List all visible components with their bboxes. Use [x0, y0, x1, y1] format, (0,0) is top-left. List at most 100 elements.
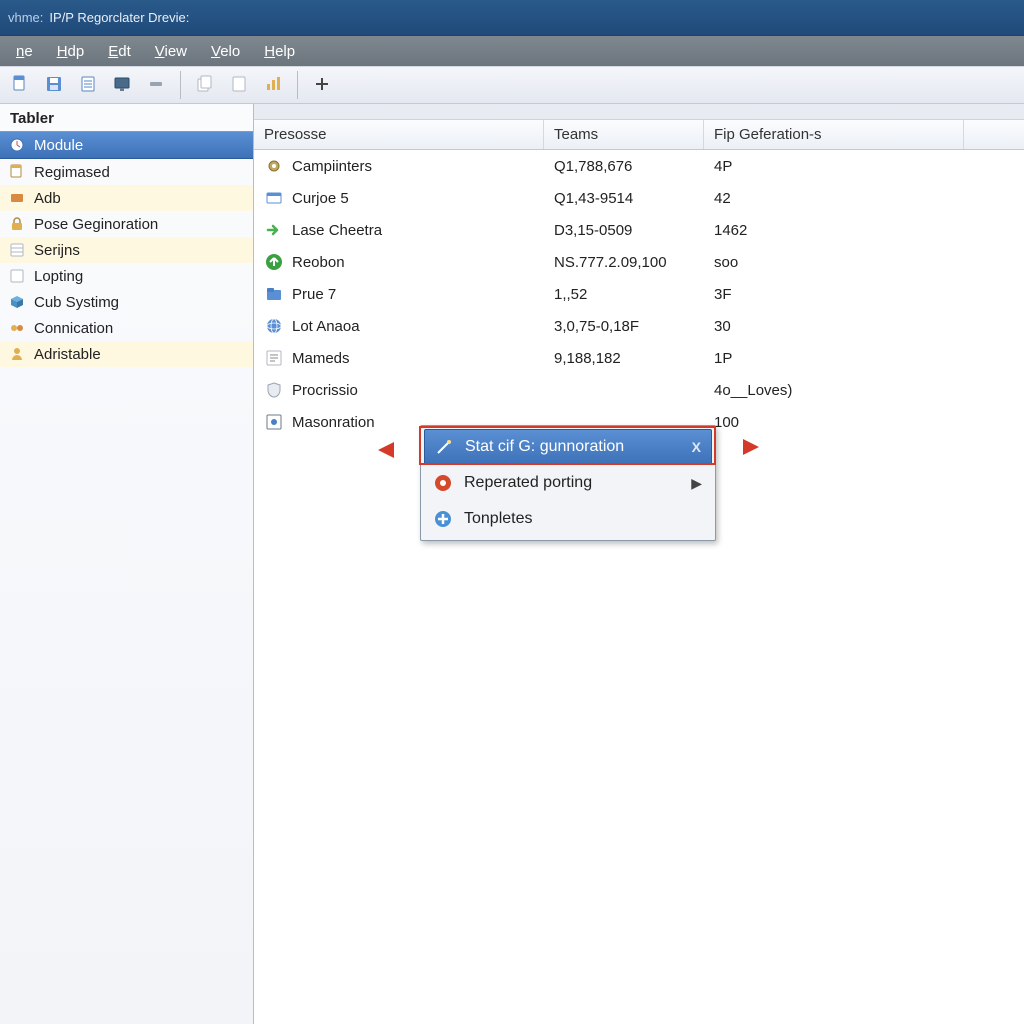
table-row[interactable]: Campiinters Q1,788,676 4P — [254, 150, 1024, 182]
sidebar-item-regimased[interactable]: Regimased — [0, 159, 253, 185]
tool-add[interactable] — [308, 71, 336, 99]
submenu-arrow-icon: ▶ — [691, 475, 702, 492]
cell-teams: NS.777.2.09,100 — [544, 254, 704, 271]
menu-help[interactable]: Help — [254, 41, 305, 62]
card-icon — [264, 188, 284, 208]
frame-icon — [264, 412, 284, 432]
sidebar: Tabler Module Regimased Adb Pose Geginor… — [0, 104, 254, 1024]
clock-icon — [8, 136, 26, 154]
save-icon — [45, 75, 63, 96]
lock-icon — [8, 215, 26, 233]
sidebar-item-label: Connication — [34, 320, 113, 337]
column-header-teams[interactable]: Teams — [544, 120, 704, 149]
context-menu: Stat cif G: gunnoration X Reperated port… — [420, 425, 716, 541]
table-row[interactable]: Lot Anaoa 3,0,75-0,18F 30 — [254, 310, 1024, 342]
context-item-reperated-porting[interactable]: Reperated porting ▶ — [424, 465, 712, 501]
table-header: Presosse Teams Fip Geferation-s — [254, 120, 1024, 150]
tool-monitor[interactable] — [108, 71, 136, 99]
menu-view[interactable]: View — [145, 41, 197, 62]
window-title: IP/P Regorclater Drevie: — [49, 10, 189, 25]
table-row[interactable]: Lase Cheetra D3,15-0509 1462 — [254, 214, 1024, 246]
page-icon — [8, 163, 26, 181]
toolbar — [0, 66, 1024, 104]
cell-fip: 4o__Loves) — [704, 382, 964, 399]
text-icon — [264, 348, 284, 368]
toolbar-separator-2 — [297, 71, 298, 99]
table-row[interactable]: Curjoe 5 Q1,43-9514 42 — [254, 182, 1024, 214]
cell-fip: 100 — [704, 414, 964, 431]
menu-velo[interactable]: Velo — [201, 41, 250, 62]
sheet2-icon — [8, 267, 26, 285]
shield-icon — [264, 380, 284, 400]
cell-teams: 1,,52 — [544, 286, 704, 303]
cell-presosse: Mameds — [292, 350, 350, 367]
annotation-arrow-left — [378, 438, 426, 462]
content-area: Presosse Teams Fip Geferation-s Campiint… — [254, 104, 1024, 1024]
cell-teams: Q1,788,676 — [544, 158, 704, 175]
tool-chart[interactable] — [259, 71, 287, 99]
sidebar-item-label: Adristable — [34, 346, 101, 363]
sidebar-item-connication[interactable]: Connication — [0, 315, 253, 341]
context-item-tonpletes[interactable]: Tonpletes — [424, 501, 712, 537]
column-header-presosse[interactable]: Presosse — [254, 120, 544, 149]
tool-save[interactable] — [40, 71, 68, 99]
tool-page2[interactable] — [225, 71, 253, 99]
context-item-label: Stat cif G: gunnoration — [465, 438, 624, 456]
table-row[interactable]: Prue 7 1,,52 3F — [254, 278, 1024, 310]
sidebar-item-label: Module — [34, 137, 83, 154]
cell-fip: 42 — [704, 190, 964, 207]
sidebar-item-module[interactable]: Module — [0, 131, 253, 159]
table-rows: Campiinters Q1,788,676 4P Curjoe 5 Q1,43… — [254, 150, 1024, 438]
cell-fip: 4P — [704, 158, 964, 175]
sidebar-item-label: Adb — [34, 190, 61, 207]
context-item-stat-cif-g[interactable]: Stat cif G: gunnoration X — [424, 429, 712, 465]
cell-presosse: Lot Anaoa — [292, 318, 360, 335]
title-bar: vhme: IP/P Regorclater Drevie: — [0, 0, 1024, 36]
column-header-fip[interactable]: Fip Geferation-s — [704, 120, 964, 149]
cell-presosse: Curjoe 5 — [292, 190, 349, 207]
sidebar-item-label: Serijns — [34, 242, 80, 259]
chart-icon — [264, 75, 282, 96]
sidebar-item-label: Cub Systimg — [34, 294, 119, 311]
table-row[interactable]: Procrissio 4o__Loves) — [254, 374, 1024, 406]
sidebar-item-lopting[interactable]: Lopting — [0, 263, 253, 289]
cell-fip: soo — [704, 254, 964, 271]
table-row[interactable]: Reobon NS.777.2.09,100 soo — [254, 246, 1024, 278]
cell-teams: Q1,43-9514 — [544, 190, 704, 207]
sheet-icon — [8, 241, 26, 259]
copy-icon — [196, 75, 214, 96]
table-row[interactable]: Mameds 9,188,182 1P — [254, 342, 1024, 374]
menu-ne[interactable]: nnee — [6, 41, 43, 62]
menu-hdp[interactable]: Hdp — [47, 41, 95, 62]
sidebar-item-serijns[interactable]: Serijns — [0, 237, 253, 263]
minus-icon — [147, 75, 165, 96]
sidebar-item-cub-systimg[interactable]: Cub Systimg — [0, 289, 253, 315]
cell-presosse: Campiinters — [292, 158, 372, 175]
toolbar-separator — [180, 71, 181, 99]
menu-edt[interactable]: Edt — [98, 41, 141, 62]
arrow-right-icon — [264, 220, 284, 240]
wand-icon — [433, 436, 455, 458]
sidebar-item-label: Lopting — [34, 268, 83, 285]
context-item-label: Reperated porting — [464, 474, 592, 492]
cell-teams: D3,15-0509 — [544, 222, 704, 239]
red-circle-icon — [432, 472, 454, 494]
main-area: Tabler Module Regimased Adb Pose Geginor… — [0, 104, 1024, 1024]
cell-fip: 1462 — [704, 222, 964, 239]
tool-minus[interactable] — [142, 71, 170, 99]
tool-doc[interactable] — [6, 71, 34, 99]
cell-presosse: Masonration — [292, 414, 375, 431]
page2-icon — [230, 75, 248, 96]
doc-icon — [11, 75, 29, 96]
plus-add-icon — [313, 75, 331, 96]
sidebar-item-pose-geginoration[interactable]: Pose Geginoration — [0, 211, 253, 237]
close-icon[interactable]: X — [692, 439, 701, 455]
tool-copy[interactable] — [191, 71, 219, 99]
cell-fip: 3F — [704, 286, 964, 303]
arrow-up-icon — [264, 252, 284, 272]
sidebar-item-adb[interactable]: Adb — [0, 185, 253, 211]
cell-fip: 1P — [704, 350, 964, 367]
cell-fip: 30 — [704, 318, 964, 335]
sidebar-item-adristable[interactable]: Adristable — [0, 341, 253, 367]
tool-page[interactable] — [74, 71, 102, 99]
